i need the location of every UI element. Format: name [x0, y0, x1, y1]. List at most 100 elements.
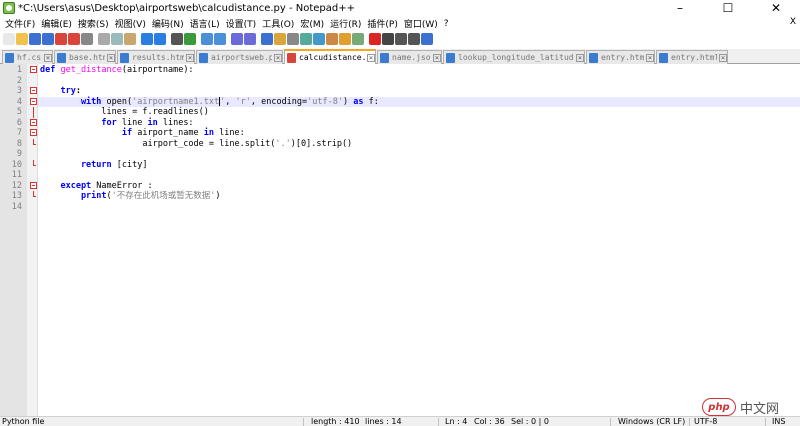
- code-line[interactable]: 7 if airport_name in line:: [0, 128, 800, 139]
- tab-lookup-longitude-latitude-py[interactable]: lookup_longitude_latitude.py×: [443, 50, 585, 64]
- stop-record-icon[interactable]: [382, 33, 394, 45]
- menu-item[interactable]: 视图(V): [112, 17, 149, 30]
- find-icon[interactable]: [171, 33, 183, 45]
- zoom-in-icon[interactable]: [201, 33, 213, 45]
- fold-toggle-icon[interactable]: [30, 87, 37, 94]
- tab-name-json[interactable]: name.json×: [377, 50, 442, 64]
- cut-icon[interactable]: [98, 33, 110, 45]
- tab-base-html[interactable]: base.html×: [54, 50, 116, 64]
- code-line[interactable]: 4 with open('airportname1.txt', 'r', enc…: [0, 96, 800, 108]
- folder-as-workspace-icon[interactable]: [339, 33, 351, 45]
- function-list-icon[interactable]: [326, 33, 338, 45]
- menu-item[interactable]: 编辑(E): [38, 17, 75, 30]
- sync-horizontal-icon[interactable]: [244, 33, 256, 45]
- tab-close-icon[interactable]: ×: [433, 53, 441, 62]
- print-icon[interactable]: [81, 33, 93, 45]
- tab-label: entry.html: [601, 53, 644, 62]
- user-language-icon[interactable]: [300, 33, 312, 45]
- tab-close-icon[interactable]: ×: [646, 53, 654, 62]
- tab-close-icon[interactable]: ×: [274, 53, 282, 62]
- code-line[interactable]: 1 def get_distance(airportname):: [0, 65, 800, 76]
- tab-calcudistance-py[interactable]: calcudistance.py×: [284, 49, 376, 64]
- fold-toggle-icon[interactable]: [30, 118, 37, 126]
- line-number: 1: [16, 65, 22, 75]
- open-file-icon[interactable]: [16, 33, 28, 45]
- menu-item[interactable]: 运行(R): [327, 17, 364, 30]
- code-line[interactable]: 12 except NameError :: [0, 181, 800, 192]
- replace-icon[interactable]: [184, 33, 196, 45]
- fold-toggle-icon[interactable]: [30, 66, 37, 73]
- copy-icon[interactable]: [111, 33, 123, 45]
- menu-item[interactable]: 编码(N): [149, 17, 187, 30]
- zoom-out-icon[interactable]: [214, 33, 226, 45]
- tab-close-icon[interactable]: ×: [44, 53, 52, 62]
- status-separator: [303, 418, 304, 426]
- tab-close-icon[interactable]: ×: [107, 53, 115, 62]
- show-all-chars-icon[interactable]: [274, 33, 286, 45]
- tab-close-icon[interactable]: ×: [719, 53, 727, 62]
- php-logo: php: [702, 398, 736, 416]
- word-wrap-icon[interactable]: [261, 33, 273, 45]
- tab-hf-css[interactable]: hf.css×: [2, 50, 53, 64]
- paste-icon[interactable]: [124, 33, 136, 45]
- line-number: 7: [16, 128, 22, 138]
- undo-icon[interactable]: [141, 33, 153, 45]
- code-line[interactable]: 14: [0, 202, 800, 213]
- code-line[interactable]: 11: [0, 170, 800, 181]
- fold-toggle-icon[interactable]: [30, 129, 37, 136]
- fold-line-icon: [33, 107, 40, 118]
- code-line[interactable]: 9: [0, 149, 800, 160]
- close-icon[interactable]: [55, 33, 67, 45]
- record-macro-icon[interactable]: [369, 33, 381, 45]
- maximize-button[interactable]: ☐: [704, 0, 752, 16]
- redo-icon[interactable]: [154, 33, 166, 45]
- run-macro-multiple-icon[interactable]: [408, 33, 420, 45]
- code-text: airport_code = line.split('.')[0].strip(…: [40, 139, 352, 150]
- tab-results-html[interactable]: results.html×: [117, 50, 195, 64]
- menu-item[interactable]: 语言(L): [187, 17, 223, 30]
- save-all-icon[interactable]: [42, 33, 54, 45]
- close-window-button[interactable]: ✕: [752, 0, 800, 16]
- watermark-text: 中文网: [740, 401, 780, 417]
- code-line[interactable]: 5 lines = f.readlines(): [0, 107, 800, 118]
- tab-close-icon[interactable]: ×: [367, 53, 375, 62]
- code-editor[interactable]: 1 def get_distance(airportname): 2 3 try: 4 …: [0, 64, 800, 416]
- play-macro-icon[interactable]: [395, 33, 407, 45]
- menu-item[interactable]: 设置(T): [223, 17, 260, 30]
- menu-item[interactable]: ?: [441, 19, 452, 29]
- tab-entry-html[interactable]: entry.html×: [656, 50, 728, 64]
- menu-item[interactable]: 窗口(W): [401, 17, 441, 30]
- sync-vertical-icon[interactable]: [231, 33, 243, 45]
- code-line[interactable]: 6 for line in lines:: [0, 118, 800, 129]
- save-macro-icon[interactable]: [421, 33, 433, 45]
- close-all-icon[interactable]: [68, 33, 80, 45]
- code-line[interactable]: 13 print('不存在此机场或暂无数据'): [0, 191, 800, 202]
- menu-item[interactable]: 搜索(S): [75, 17, 112, 30]
- tab-close-icon[interactable]: ×: [576, 53, 584, 62]
- saved-file-icon: [380, 52, 389, 63]
- menu-item[interactable]: 宏(M): [297, 17, 327, 30]
- code-line[interactable]: 8 airport_code = line.split('.')[0].stri…: [0, 138, 800, 150]
- fold-line-icon: [33, 159, 36, 166]
- line-number: 4: [16, 96, 22, 107]
- tab-entry-html[interactable]: entry.html×: [586, 50, 655, 64]
- window-controls: – ☐ ✕: [656, 0, 800, 16]
- close-document-button[interactable]: X: [790, 17, 796, 27]
- minimize-button[interactable]: –: [656, 0, 704, 16]
- code-line[interactable]: 2: [0, 76, 800, 87]
- menu-item[interactable]: 工具(O): [259, 17, 297, 30]
- tab-close-icon[interactable]: ×: [186, 53, 194, 62]
- line-number: 2: [16, 75, 22, 86]
- code-line[interactable]: 3 try:: [0, 86, 800, 97]
- indent-guide-icon[interactable]: [287, 33, 299, 45]
- new-file-icon[interactable]: [3, 33, 15, 45]
- code-line[interactable]: 10 return [city]: [0, 159, 800, 171]
- monitoring-icon[interactable]: [352, 33, 364, 45]
- fold-toggle-icon[interactable]: [30, 181, 37, 189]
- doc-map-icon[interactable]: [313, 33, 325, 45]
- tab-airportsweb-py[interactable]: airportsweb.py ×: [196, 50, 283, 64]
- save-icon[interactable]: [29, 33, 41, 45]
- menu-item[interactable]: 插件(P): [364, 17, 400, 30]
- menu-item[interactable]: 文件(F): [2, 17, 38, 30]
- fold-toggle-icon[interactable]: [30, 97, 37, 105]
